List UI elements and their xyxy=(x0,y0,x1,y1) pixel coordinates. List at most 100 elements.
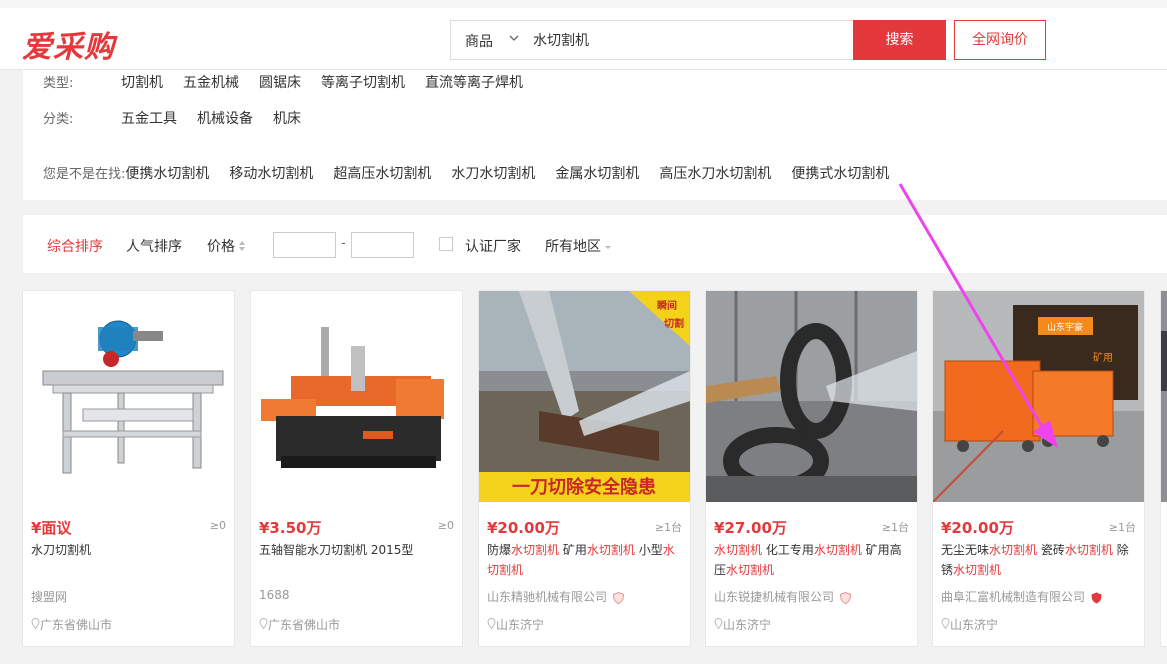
title-text: 化工专用 xyxy=(762,543,814,557)
title-keyword-highlight: 水切割机 xyxy=(714,543,763,557)
certified-checkbox[interactable] xyxy=(439,237,453,251)
product-image xyxy=(1161,291,1167,502)
suggest-label: 您是不是在找: xyxy=(43,167,126,182)
filter-option-category[interactable]: 五金工具 xyxy=(121,111,177,127)
price-min-input[interactable] xyxy=(273,232,336,258)
search-button[interactable]: 搜索 xyxy=(853,20,946,60)
suggest-option[interactable]: 超高压水切割机 xyxy=(333,166,431,182)
location-pin-icon xyxy=(714,618,723,630)
shop-name[interactable]: 曲阜汇富机械制造有限公司 xyxy=(941,588,1102,605)
sort-price-label: 价格 xyxy=(207,239,235,255)
certified-badge-icon xyxy=(840,591,852,604)
product-title[interactable]: 水切割机 化工专用水切割机 矿用高压水切割机 xyxy=(714,540,910,580)
product-card-partial[interactable] xyxy=(1160,290,1167,647)
certified-label: 认证厂家 xyxy=(465,239,521,255)
product-card[interactable]: ¥面议 ≥0 水刀切割机 搜盟网 广东省佛山市 xyxy=(22,290,235,647)
location-text: 广东省佛山市 xyxy=(40,618,113,632)
shop-name[interactable]: 山东精驰机械有限公司 xyxy=(487,588,625,605)
search-input[interactable] xyxy=(533,21,853,59)
title-keyword-highlight: 水切割机 xyxy=(953,563,1002,577)
product-price: ¥20.00万 xyxy=(487,519,560,537)
shop-name[interactable]: 1688 xyxy=(259,588,290,602)
shop-name-text: 1688 xyxy=(259,588,290,602)
location-pin-icon xyxy=(941,618,950,630)
title-keyword-highlight: 水切割机 xyxy=(511,543,560,557)
suggest-option[interactable]: 移动水切割机 xyxy=(229,166,313,182)
filter-option-category[interactable]: 机床 xyxy=(273,111,301,127)
product-image[interactable] xyxy=(23,291,234,502)
shop-name[interactable]: 山东锐捷机械有限公司 xyxy=(714,588,852,605)
logo[interactable]: 爱采购 xyxy=(22,22,115,66)
suggest-option[interactable]: 便携水切割机 xyxy=(125,166,209,182)
title-text: 无尘无味 xyxy=(941,543,990,557)
sort-popularity[interactable]: 人气排序 xyxy=(126,236,182,256)
price-max-input[interactable] xyxy=(351,232,414,258)
product-location: 山东济宁 xyxy=(487,616,544,633)
product-image[interactable]: 山东宇豪 矿用 xyxy=(933,291,1144,502)
product-image[interactable] xyxy=(706,291,917,502)
filter-option-type[interactable]: 圆锯床 xyxy=(259,75,301,91)
shop-name[interactable]: 搜盟网 xyxy=(31,588,67,605)
filter-row-type: 类型: 切割机 五金机械 圆锯床 等离子切割机 直流等离子焊机 xyxy=(43,72,523,92)
bookmarks-bar: 数据搜索百度上就够了经营数据分析天猫中小网站Macro数据首页站店铺信息搜索阿里… xyxy=(0,0,1167,8)
product-image[interactable]: 瞬间 切割 一刀切除安全隐患 xyxy=(479,291,690,502)
product-card[interactable]: ¥3.50万 ≥0 五轴智能水刀切割机 2015型 1688 广东省佛山市 xyxy=(250,290,463,647)
banner-bottom: 一刀切除安全隐患 xyxy=(512,476,656,498)
region-select[interactable]: 所有地区 xyxy=(545,236,612,256)
title-keyword-highlight: 水切割机 xyxy=(813,543,862,557)
filter-row-category: 分类: 五金工具 机械设备 机床 xyxy=(43,108,301,128)
location-text: 山东济宁 xyxy=(950,618,999,632)
title-text: 五轴智能水刀切割机 2015型 xyxy=(259,543,414,557)
product-image[interactable] xyxy=(251,291,462,502)
shop-name-text: 搜盟网 xyxy=(31,590,68,604)
filter-option-category[interactable]: 机械设备 xyxy=(197,111,253,127)
sort-arrows-icon xyxy=(239,241,245,251)
sort-price[interactable]: 价格 xyxy=(207,236,246,256)
sign-text: 山东宇豪 xyxy=(1047,321,1083,333)
title-text: 小型 xyxy=(634,543,663,557)
shop-name-text: 曲阜汇富机械制造有限公司 xyxy=(941,590,1086,604)
title-keyword-highlight: 水切割机 xyxy=(726,563,775,577)
filter-option-type[interactable]: 等离子切割机 xyxy=(321,75,405,91)
search-category-select[interactable]: 商品 xyxy=(465,31,493,51)
title-text: 水刀切割机 xyxy=(31,543,92,557)
product-min-qty: ≥0 xyxy=(209,519,226,532)
title-keyword-highlight: 水切割机 xyxy=(1064,543,1113,557)
chevron-down-icon xyxy=(605,246,611,249)
filter-label-type: 类型: xyxy=(43,76,74,91)
suggest-option[interactable]: 水刀水切割机 xyxy=(451,166,535,182)
filter-option-type[interactable]: 直流等离子焊机 xyxy=(425,75,523,91)
product-card[interactable]: 瞬间 切割 一刀切除安全隐患 ¥20.00万 ≥1台 防爆水切割机 矿用水切割机… xyxy=(478,290,691,647)
product-card[interactable]: ¥27.00万 ≥1台 水切割机 化工专用水切割机 矿用高压水切割机 山东锐捷机… xyxy=(705,290,918,647)
suggest-option[interactable]: 金属水切割机 xyxy=(555,166,639,182)
sort-composite[interactable]: 综合排序 xyxy=(47,236,103,256)
suggest-option[interactable]: 高压水刀水切割机 xyxy=(659,166,771,182)
region-label: 所有地区 xyxy=(545,239,601,255)
product-price: ¥20.00万 xyxy=(941,519,1014,537)
product-location: 广东省佛山市 xyxy=(259,616,340,633)
product-title[interactable]: 防爆水切割机 矿用水切割机 小型水切割机 xyxy=(487,540,683,580)
inquiry-button[interactable]: 全网询价 xyxy=(954,20,1046,60)
location-text: 广东省佛山市 xyxy=(268,618,341,632)
chevron-down-icon[interactable] xyxy=(509,33,519,43)
location-pin-icon xyxy=(487,618,496,630)
location-pin-icon xyxy=(259,618,268,630)
product-price: ¥27.00万 xyxy=(714,519,787,537)
product-title[interactable]: 水刀切割机 xyxy=(31,540,227,560)
product-card[interactable]: 山东宇豪 矿用 ¥20.00万 ≥1台 无尘无味水切割机 瓷砖水切割机 除锈水切… xyxy=(932,290,1145,647)
filter-option-type[interactable]: 五金机械 xyxy=(183,75,239,91)
filter-row-suggest: 您是不是在找:便携水切割机 移动水切割机 超高压水切割机 水刀水切割机 金属水切割机 高压… xyxy=(43,163,889,183)
shop-name-text: 山东锐捷机械有限公司 xyxy=(714,590,835,604)
filter-option-type[interactable]: 切割机 xyxy=(121,75,163,91)
product-title[interactable]: 无尘无味水切割机 瓷砖水切割机 除锈水切割机 xyxy=(941,540,1137,580)
product-title[interactable]: 五轴智能水刀切割机 2015型 xyxy=(259,540,455,560)
location-text: 山东济宁 xyxy=(723,618,772,632)
banner-top-1: 瞬间 xyxy=(657,299,677,312)
title-text: 瓷砖 xyxy=(1037,543,1065,557)
sign-text-2: 矿用 xyxy=(1093,351,1113,364)
price-separator: - xyxy=(341,236,346,251)
certified-badge-icon xyxy=(1091,592,1102,603)
location-pin-icon xyxy=(31,618,40,630)
product-min-qty: ≥1台 xyxy=(654,521,682,534)
suggest-option[interactable]: 便携式水切割机 xyxy=(791,166,889,182)
